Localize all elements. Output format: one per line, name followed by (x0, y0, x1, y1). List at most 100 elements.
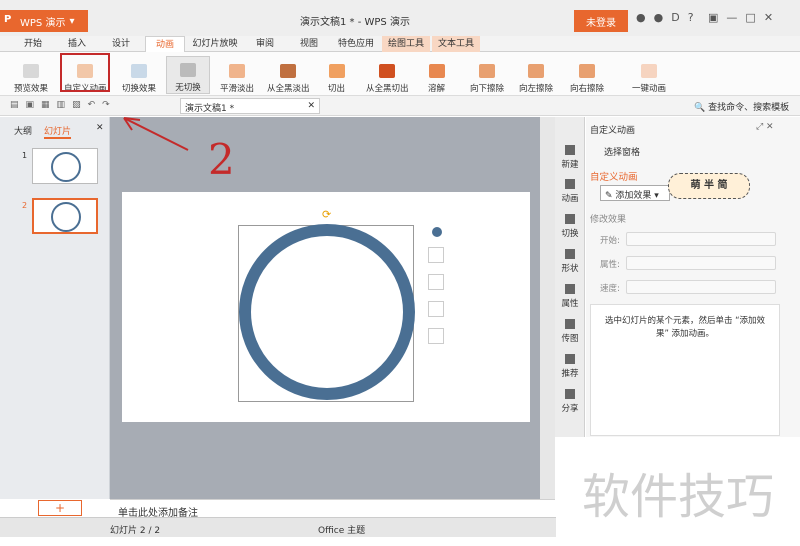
search-command[interactable]: 🔍 查找命令、搜索模板 (694, 100, 789, 113)
modify-effect-label: 修改效果 (590, 215, 627, 225)
tab-start[interactable]: 开始 (18, 36, 48, 52)
tab-drawing-tools[interactable]: 绘图工具 (382, 36, 430, 52)
image-icon (565, 319, 575, 329)
ribbon: 预览效果 自定义动画 切换效果 无切换 平滑淡出 从全黑淡出 切出 从全黑切出 … (0, 52, 800, 96)
highlight-box (60, 53, 110, 92)
speed-dropdown[interactable] (626, 280, 776, 294)
skin-icon[interactable]: ● (636, 11, 646, 24)
circle-thumb (51, 202, 81, 232)
watermark: 软件技巧 (556, 438, 800, 546)
preview-icon[interactable]: ▧ (72, 100, 81, 110)
tab-text-tools[interactable]: 文本工具 (432, 36, 480, 52)
transition-icon (131, 64, 147, 78)
window-controls: ▣ — □ ✕ (708, 11, 773, 24)
property-dropdown[interactable] (626, 256, 776, 270)
rotate-handle[interactable]: ⟳ (322, 208, 331, 221)
help-icon[interactable]: ? (688, 11, 694, 24)
save-icon[interactable]: ▣ (26, 100, 35, 110)
tab-view[interactable]: 视图 (294, 36, 324, 52)
add-effect-button[interactable]: ✎ 添加效果 ▾ (600, 185, 670, 201)
maximize-icon[interactable]: □ (745, 11, 755, 24)
slide-thumbnail-2[interactable] (32, 198, 98, 234)
print-icon[interactable]: ▥ (57, 100, 66, 110)
tab-special[interactable]: 特色应用 (334, 36, 378, 52)
sticker: 萌 半 简 (668, 173, 750, 199)
wipe-left-button[interactable]: 向左擦除 (519, 56, 553, 94)
tab-design[interactable]: 设计 (106, 36, 136, 52)
wipe-down-button[interactable]: 向下擦除 (470, 56, 504, 94)
sidebar-item-property[interactable]: 属性 (555, 284, 585, 309)
tab-slides[interactable]: 幻灯片 (44, 124, 72, 139)
slide-number: 1 (22, 151, 28, 160)
preview-effect-button[interactable]: 预览效果 (14, 56, 48, 94)
transition-effect-button[interactable]: 切换效果 (122, 56, 156, 94)
sidebar-item-animation[interactable]: 动画 (555, 179, 585, 204)
cut-black-button[interactable]: 从全黑切出 (366, 56, 409, 94)
sidebar-item-upload[interactable]: 传图 (555, 319, 585, 344)
wps-logo-icon: P (4, 14, 12, 25)
theme-name: Office 主题 (318, 526, 366, 536)
login-button[interactable]: 未登录 (574, 10, 628, 32)
app-menu-button[interactable]: P WPS 演示 ▾ (0, 10, 88, 32)
circle-shape[interactable] (239, 224, 415, 400)
select-pane-link[interactable]: 选择窗格 (604, 145, 640, 158)
sidebar-item-shape[interactable]: 形状 (555, 249, 585, 274)
qat-icons: ▤ ▣ ▦ ▥ ▧ ↶ ↷ (10, 100, 110, 110)
fade-black-icon (280, 64, 297, 78)
minus-icon[interactable] (432, 227, 442, 237)
transition-icon (565, 214, 575, 224)
slide-thumbnail-1[interactable] (32, 148, 98, 184)
pane-controls[interactable]: ⤢ ✕ (756, 122, 774, 132)
close-panel-icon[interactable]: ✕ (96, 123, 104, 133)
custom-animation-pane: 自定义动画 ⤢ ✕ 选择窗格 自定义动画 ✎ 添加效果 ▾ 萌 半 简 修改效果… (586, 117, 800, 437)
pane-title: 自定义动画 (590, 126, 636, 136)
wipe-down-icon (479, 64, 495, 78)
fade-icon (229, 64, 245, 78)
start-dropdown[interactable] (626, 232, 776, 246)
tab-slideshow[interactable]: 幻灯片放映 (190, 36, 240, 52)
no-transition-button[interactable]: 无切换 (166, 56, 210, 94)
minimize-icon[interactable]: — (726, 11, 737, 24)
fade-black-button[interactable]: 从全黑淡出 (267, 56, 310, 94)
property-label: 属性: (600, 260, 620, 270)
fill-icon[interactable] (428, 274, 444, 290)
redo-icon[interactable]: ↷ (102, 100, 110, 110)
text-icon[interactable] (428, 328, 444, 344)
tab-review[interactable]: 审阅 (250, 36, 280, 52)
animation-list: 选中幻灯片的某个元素，然后单击 “添加效果” 添加动画。 (590, 304, 780, 436)
style-icon[interactable] (428, 247, 444, 263)
slide-count: 幻灯片 2 / 2 (110, 526, 161, 536)
app-name: WPS 演示 (20, 17, 66, 29)
undo-icon[interactable]: ↶ (88, 100, 96, 110)
sidebar-item-share[interactable]: 分享 (555, 389, 585, 414)
sidebar-item-new[interactable]: 新建 (555, 145, 585, 170)
wipe-right-button[interactable]: 向右擦除 (570, 56, 604, 94)
sidebar-item-transition[interactable]: 切换 (555, 214, 585, 239)
settings-icon[interactable]: ● (654, 11, 664, 24)
sidebar-item-recommend[interactable]: 推荐 (555, 354, 585, 379)
vertical-scrollbar[interactable] (540, 117, 555, 499)
start-label: 开始: (600, 236, 620, 246)
cut-button[interactable]: 切出 (328, 56, 345, 94)
open-icon[interactable]: ▤ (10, 100, 19, 110)
export-icon[interactable]: ▦ (41, 100, 50, 110)
slides-panel: 大纲 幻灯片 ✕ 1 2 + (0, 117, 110, 516)
tab-animation[interactable]: 动画 (145, 36, 185, 52)
restore-icon[interactable]: ▣ (708, 11, 718, 24)
slide-canvas[interactable]: ⟳ (122, 192, 530, 422)
dissolve-button[interactable]: 溶解 (428, 56, 445, 94)
ribbon-tabs: 开始 插入 设计 动画 幻灯片放映 审阅 视图 特色应用 绘图工具 文本工具 (0, 36, 800, 52)
smooth-fade-button[interactable]: 平滑淡出 (220, 56, 254, 94)
section-title: 自定义动画 (590, 172, 638, 183)
animation-icon (565, 179, 575, 189)
shape-icon (565, 249, 575, 259)
close-icon[interactable]: ✕ (764, 11, 773, 24)
notes-field[interactable]: 单击此处添加备注 (110, 499, 555, 519)
one-click-animation-button[interactable]: 一键动画 (632, 56, 666, 94)
feedback-icon[interactable]: D (671, 11, 679, 24)
wipe-left-icon (528, 64, 544, 78)
tab-outline[interactable]: 大纲 (14, 124, 32, 137)
tab-insert[interactable]: 插入 (62, 36, 92, 52)
add-slide-button[interactable]: + (38, 500, 82, 516)
outline-icon[interactable] (428, 301, 444, 317)
